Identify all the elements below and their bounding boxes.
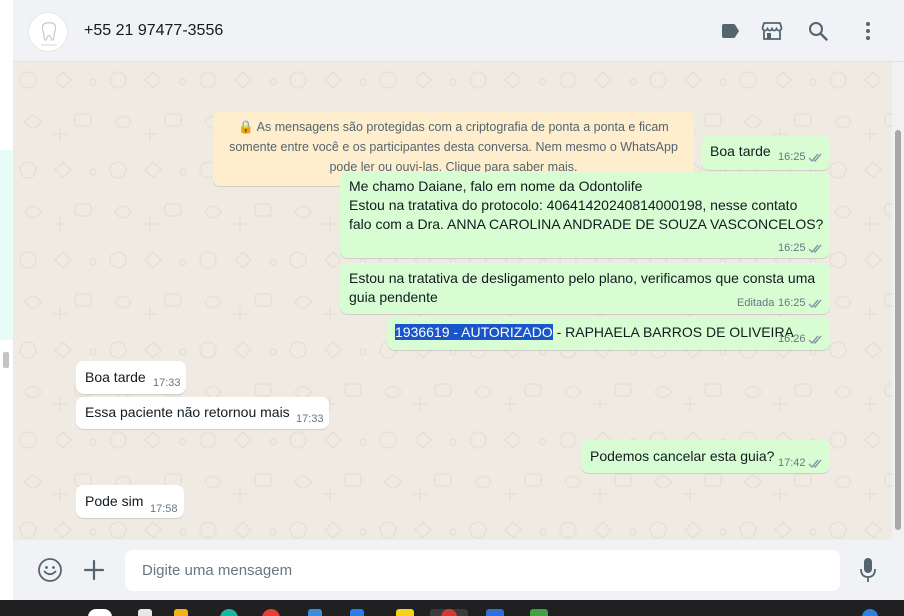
selected-chat-strip (0, 150, 13, 340)
message-text: Estou na tratativa de desligamento pelo … (349, 270, 816, 286)
message-time: 17:33 (296, 413, 324, 425)
taskbar-app-icon[interactable] (174, 609, 188, 616)
encryption-notice-line: somente entre você e os participantes de… (229, 140, 678, 154)
conversation-panel: +55 21 97477-3556 🔒 As mensagens são pro… (13, 0, 904, 600)
edited-label: Editada (737, 297, 775, 309)
taskbar-app-icon[interactable] (350, 609, 364, 616)
message-text: guia pendente (349, 289, 438, 305)
message-text: Me chamo Daiane, falo em nome da Odontol… (349, 178, 643, 194)
taskbar-app-icon[interactable] (396, 609, 414, 616)
message-text: Essa paciente não retornou mais (85, 404, 290, 420)
message-time: 17:58 (150, 503, 178, 515)
label-icon[interactable] (718, 19, 742, 43)
read-ticks-icon (808, 244, 822, 254)
taskbar-app-icon[interactable] (862, 609, 878, 616)
avatar-logo-icon (41, 22, 57, 46)
selected-text: 1936619 - AUTORIZADO (395, 324, 553, 340)
message-time: 16:25 (778, 151, 806, 163)
message-text: Pode sim (85, 493, 144, 509)
message-scroll-thumb[interactable] (895, 130, 901, 530)
read-ticks-icon (808, 299, 822, 309)
read-ticks-icon (808, 459, 822, 469)
message-incoming[interactable]: Essa paciente não retornou mais 17:33 (76, 397, 329, 429)
contact-name[interactable]: +55 21 97477-3556 (84, 22, 223, 40)
message-time: 17:33 (153, 377, 181, 389)
encryption-notice-line: 🔒 As mensagens são protegidas com a crip… (238, 120, 669, 134)
message-outgoing[interactable]: Estou na tratativa de desligamento pelo … (340, 263, 830, 314)
emoji-icon[interactable] (37, 557, 63, 583)
message-outgoing[interactable]: 1936619 - AUTORIZADO - RAPHAELA BARROS D… (387, 317, 830, 350)
message-text: Boa tarde (710, 143, 771, 159)
message-time: 16:25 (778, 297, 806, 309)
message-input[interactable] (125, 550, 840, 591)
message-text-rest: - RAPHAELA BARROS DE OLIVEIRA (552, 324, 794, 340)
taskbar-app-icon[interactable] (88, 609, 112, 616)
attach-plus-icon[interactable] (83, 559, 105, 581)
menu-dots-icon[interactable] (856, 19, 880, 43)
taskbar-app-icon[interactable] (220, 609, 238, 616)
message-outgoing[interactable]: Me chamo Daiane, falo em nome da Odontol… (340, 172, 830, 258)
taskbar-app-icon[interactable] (308, 609, 322, 616)
message-outgoing[interactable]: Boa tarde 16:25 (701, 136, 830, 170)
message-text: falo com a Dra. ANNA CAROLINA ANDRADE DE… (349, 216, 824, 232)
taskbar-app-icon[interactable] (138, 609, 152, 616)
conversation-header: +55 21 97477-3556 (13, 0, 904, 62)
taskbar-app-icon[interactable] (262, 609, 280, 616)
contact-avatar[interactable] (28, 12, 68, 52)
message-text: Estou na tratativa do protocolo: 4064142… (349, 197, 798, 213)
store-icon[interactable] (760, 19, 784, 43)
taskbar-app-icon[interactable] (530, 609, 548, 616)
message-time: 16:26 (778, 333, 806, 345)
message-incoming[interactable]: Boa tarde 17:33 (76, 361, 186, 394)
chat-list-scroll-thumb[interactable] (3, 352, 9, 368)
microphone-icon[interactable] (859, 557, 877, 583)
composer (13, 540, 904, 600)
message-scrollbar[interactable] (892, 62, 904, 540)
message-list[interactable]: 🔒 As mensagens são protegidas com a crip… (13, 62, 904, 540)
message-text: 1936619 - AUTORIZADO - RAPHAELA BARROS D… (395, 323, 794, 342)
taskbar-app-icon[interactable] (486, 609, 504, 616)
message-incoming[interactable]: Pode sim 17:58 (76, 485, 184, 518)
read-ticks-icon (808, 153, 822, 163)
message-time: 17:42 (778, 457, 806, 469)
message-text: Boa tarde (85, 369, 146, 385)
chat-list-edge (0, 0, 13, 600)
message-text: Podemos cancelar esta guia? (590, 448, 775, 464)
search-icon[interactable] (806, 19, 830, 43)
message-time: 16:25 (778, 242, 806, 254)
message-outgoing[interactable]: Podemos cancelar esta guia? 17:42 (581, 440, 830, 473)
message-input-box[interactable] (125, 550, 840, 591)
read-ticks-icon (808, 335, 822, 345)
os-taskbar (0, 600, 904, 616)
